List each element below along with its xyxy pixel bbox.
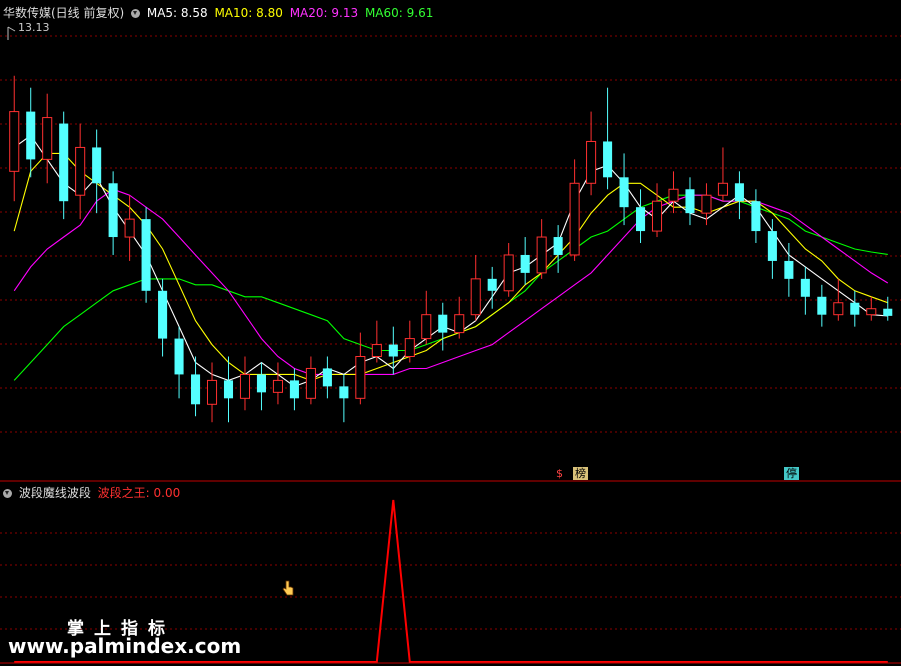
candle-body-up (124, 218, 135, 238)
watermark-url: www.palmindex.com (8, 634, 242, 658)
candle-body-up (668, 188, 679, 202)
candle-body-down (619, 177, 629, 208)
candle-body-down (685, 189, 695, 214)
candle-body-down (322, 368, 332, 387)
candlestick-series (9, 75, 893, 423)
candle-body-up (371, 344, 382, 358)
candle-body-down (438, 314, 448, 333)
candle-body-down (850, 302, 860, 315)
candle-body-down (256, 374, 266, 393)
chart-stage (0, 26, 901, 664)
high-marker-arrow (7, 26, 16, 32)
candle-body-up (9, 111, 20, 172)
sub-header: 波段魔线波段 波段之王: 0.00 (3, 484, 183, 501)
candle-body-up (866, 308, 877, 316)
candle-body-up (355, 356, 366, 399)
candle-body-down (92, 147, 102, 184)
candle-body-down (158, 290, 168, 339)
candle-body-down (289, 380, 299, 399)
tag-stop[interactable]: 停 (784, 467, 799, 480)
candle-body-down (800, 278, 810, 297)
candle-body-down (191, 374, 201, 405)
candle-body-down (784, 260, 794, 279)
candle-body-up (470, 278, 481, 316)
chevron-down-icon[interactable] (131, 9, 141, 18)
candle-body-down (767, 231, 777, 261)
candle-body-down (817, 296, 827, 315)
main-header: 华数传媒(日线 前复权) MA5: 8.58 MA10: 8.80 MA20: … (3, 4, 436, 21)
stock-title: 华数传媒(日线 前复权) (3, 6, 125, 20)
ma5-label: MA5: 8.58 (146, 6, 208, 20)
candle-body-down (59, 123, 69, 202)
candle-body-up (536, 236, 547, 274)
ma60-label: MA60: 9.61 (364, 6, 434, 20)
candle-body-up (717, 182, 728, 196)
candle-body-up (833, 302, 844, 316)
candle-body-down (339, 386, 349, 399)
candle-body-down (553, 237, 563, 255)
candle-body-up (651, 200, 663, 232)
candle-body-down (883, 308, 893, 316)
candle-body-down (636, 207, 646, 232)
candle-body-up (305, 367, 316, 399)
candle-body-down (108, 183, 118, 238)
candle-body-up (701, 194, 712, 214)
candle-body-up (421, 314, 432, 340)
candle-body-up (586, 140, 597, 184)
candle-body-up (404, 338, 415, 358)
candle-body-down (223, 380, 234, 399)
indicator-series-label: 波段之王: 0.00 (97, 486, 181, 500)
candle-body-down (174, 338, 184, 375)
candle-body-up (503, 254, 514, 292)
tag-dollar[interactable]: $ (554, 467, 565, 480)
ma10-label: MA10: 8.80 (214, 6, 283, 20)
chevron-down-icon[interactable] (3, 489, 12, 498)
tag-list[interactable]: 榜 (573, 467, 588, 480)
candle-body-down (520, 254, 530, 273)
candle-body-down (603, 141, 613, 178)
hand-cursor-icon (282, 580, 294, 596)
candle-body-up (75, 146, 86, 196)
candle-body-up (272, 379, 283, 393)
candle-body-down (734, 183, 744, 202)
candle-body-down (487, 278, 497, 291)
candle-body-up (569, 182, 580, 256)
candle-body-down (751, 201, 761, 232)
candle-body-up (206, 379, 218, 405)
candle-body-down (26, 111, 36, 160)
main-chart-grid (0, 26, 901, 433)
high-price-label: 13.13 (18, 21, 50, 34)
candle-body-up (239, 373, 251, 399)
indicator-name: 波段魔线波段 (18, 486, 91, 500)
candle-body-down (141, 219, 151, 291)
candle-body-up (42, 117, 53, 160)
candle-body-up (454, 314, 465, 334)
candle-body-down (388, 344, 398, 357)
ma20-label: MA20: 9.13 (289, 6, 359, 20)
